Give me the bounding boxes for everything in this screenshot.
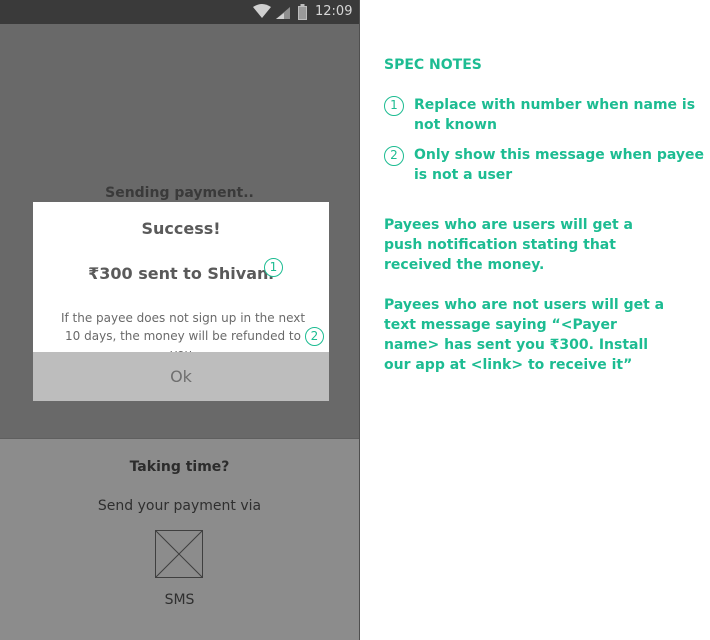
amount-sent-text: ₹300 sent to Shivani [88,264,274,283]
spec-notes-panel: SPEC NOTES 1 Replace with number when na… [384,0,710,640]
ok-button[interactable]: Ok [33,352,329,401]
status-time: 12:09 [315,4,353,19]
battery-icon [298,4,307,24]
wifi-icon [253,4,271,23]
dialog-title: Success! [141,219,221,238]
alternative-payment-panel: Taking time? Send your payment via SMS [0,438,359,640]
success-dialog: Success! ₹300 sent to Shivani 1 If the p… [33,202,329,401]
note-text: Replace with number when name is not kno… [414,97,696,133]
note-users-paragraph: Payees who are users will get a push not… [384,217,633,273]
image-placeholder-icon [155,530,203,578]
send-via-text: Send your payment via [97,498,262,514]
note-number-badge: 2 [384,146,404,166]
signal-icon [275,5,291,24]
taking-time-heading: Taking time? [129,459,230,475]
spec-notes-title: SPEC NOTES [384,57,482,73]
spec-marker-1: 1 [264,258,283,277]
note-number-badge: 1 [384,96,404,116]
phone-screen: 12:09 Sending payment.. Taking time? Sen… [0,0,360,640]
spec-marker-2: 2 [305,327,324,346]
status-bar: 12:09 [0,0,359,24]
note-non-users-paragraph: Payees who are not users will get a text… [384,297,665,373]
sms-label: SMS [164,592,195,608]
note-text: Only show this message when payee is not… [414,147,705,183]
sending-payment-text: Sending payment.. [105,185,254,201]
sms-button[interactable] [155,530,203,578]
